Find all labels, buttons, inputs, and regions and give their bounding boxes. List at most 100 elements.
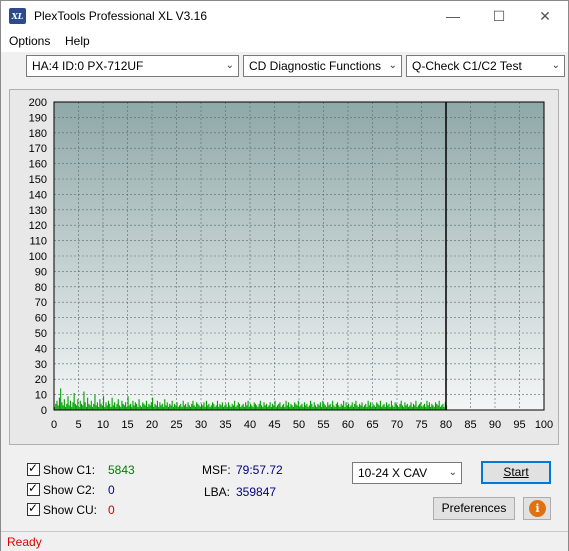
minimize-icon[interactable]: — xyxy=(430,1,476,31)
c1-bar xyxy=(60,388,62,410)
c1-bar xyxy=(76,405,78,410)
c1-bar xyxy=(432,405,434,410)
info-button[interactable]: i xyxy=(523,497,551,520)
show-cu-checkbox[interactable] xyxy=(27,501,40,516)
show-c1-checkbox[interactable] xyxy=(27,461,40,476)
maximize-icon[interactable]: ☐ xyxy=(476,1,522,31)
c1-bar xyxy=(263,402,265,410)
c1-bar xyxy=(241,405,243,410)
c1-bar xyxy=(122,403,124,410)
c1-bar xyxy=(94,394,96,410)
c1-bar xyxy=(319,402,321,410)
drive-select[interactable]: HA:4 ID:0 PX-712UF ⌄ xyxy=(26,55,239,77)
c1-bar xyxy=(300,405,302,410)
c1-bar xyxy=(272,403,274,410)
window-title: PlexTools Professional XL V3.16 xyxy=(34,9,207,23)
x-tick-label: 90 xyxy=(489,419,501,431)
c1-bar xyxy=(103,396,105,410)
c1-bar xyxy=(96,402,98,410)
show-c1-label: Show C1: xyxy=(43,463,96,477)
x-tick-label: 60 xyxy=(342,419,354,431)
control-panel: Show C1: 5843 Show C2: 0 Show CU: 0 MSF:… xyxy=(1,451,568,531)
preferences-button[interactable]: Preferences xyxy=(433,497,515,520)
c1-bar xyxy=(332,400,334,410)
show-c2-checkbox[interactable] xyxy=(27,481,40,496)
c1-bar xyxy=(127,396,129,410)
c1-bar xyxy=(224,405,226,410)
c1-bar xyxy=(166,402,168,410)
start-button-label: Start xyxy=(503,465,529,479)
c1-bar xyxy=(74,403,76,410)
c1-bar xyxy=(237,402,239,410)
chevron-down-icon: ⌄ xyxy=(448,467,457,478)
c1-bar xyxy=(379,400,381,410)
c1-bar xyxy=(286,405,288,410)
y-tick-label: 90 xyxy=(35,266,47,278)
c1-bar xyxy=(427,405,429,410)
c1-bar xyxy=(132,400,134,410)
c1-bar xyxy=(340,403,342,410)
c1-bar xyxy=(442,403,444,410)
app-logo-icon: XL xyxy=(9,8,26,24)
c1-bar xyxy=(242,403,244,410)
c1-bar xyxy=(205,400,207,410)
x-tick-label: 35 xyxy=(219,419,231,431)
c1-bar xyxy=(125,402,127,410)
c1-bar xyxy=(434,402,437,410)
c1-bar xyxy=(138,399,140,410)
c1-bar xyxy=(232,405,234,410)
close-icon[interactable]: ✕ xyxy=(522,1,568,31)
c1-bar xyxy=(279,402,281,410)
test-select[interactable]: Q-Check C1/C2 Test ⌄ xyxy=(406,55,565,77)
c1-bar xyxy=(431,403,433,410)
c1-bar xyxy=(196,402,198,410)
c1-bar xyxy=(281,405,283,410)
c1-bar xyxy=(221,402,223,410)
c1-bar xyxy=(265,403,268,410)
c1-bar xyxy=(170,405,172,410)
c1-bar xyxy=(314,405,317,410)
function-select[interactable]: CD Diagnostic Functions ⌄ xyxy=(243,55,402,77)
c1-bar xyxy=(152,397,154,410)
x-tick-label: 100 xyxy=(535,419,553,431)
start-button[interactable]: Start xyxy=(481,461,551,484)
menu-options[interactable]: Options xyxy=(9,34,50,48)
c1-bar xyxy=(175,405,177,410)
c1-bar xyxy=(269,402,271,410)
c1-bar xyxy=(285,400,287,410)
c1-bar xyxy=(295,403,297,410)
c1-bar xyxy=(348,403,350,410)
c1-bar xyxy=(259,400,261,410)
c1-bar xyxy=(329,403,331,410)
c1-bar xyxy=(390,400,392,410)
c1-bar xyxy=(406,403,408,410)
c1-bar xyxy=(72,402,74,410)
menu-help[interactable]: Help xyxy=(65,34,90,48)
x-tick-label: 0 xyxy=(51,419,57,431)
c1-bar xyxy=(231,403,233,410)
c1-bar xyxy=(287,402,290,410)
c1-bar xyxy=(437,405,439,410)
x-tick-label: 10 xyxy=(97,419,109,431)
c1-bar xyxy=(123,405,125,410)
c1-bar xyxy=(291,405,293,410)
c1-bar xyxy=(323,403,325,410)
chart-area: 0 10 20 30 40 50 60 70 80 90 100 110 120 130 140 150 160… xyxy=(9,89,559,445)
x-tick-label: 20 xyxy=(146,419,158,431)
show-c2-label: Show C2: xyxy=(43,483,96,497)
c1-bar xyxy=(216,400,219,410)
msf-label: MSF: xyxy=(202,463,231,477)
function-select-value: CD Diagnostic Functions xyxy=(249,59,382,73)
c1-bar xyxy=(438,400,440,410)
x-tick-label: 80 xyxy=(440,419,452,431)
x-tick-label: 30 xyxy=(195,419,207,431)
c1-bar xyxy=(156,400,158,410)
x-tick-label: 45 xyxy=(268,419,280,431)
chevron-down-icon: ⌄ xyxy=(388,60,397,71)
speed-select[interactable]: 10-24 X CAV ⌄ xyxy=(352,462,462,484)
c1-bar xyxy=(305,405,307,410)
c1-bar xyxy=(336,402,339,410)
lba-value: 359847 xyxy=(236,485,277,499)
c1-bar xyxy=(117,399,119,410)
c1-bar xyxy=(351,402,353,410)
